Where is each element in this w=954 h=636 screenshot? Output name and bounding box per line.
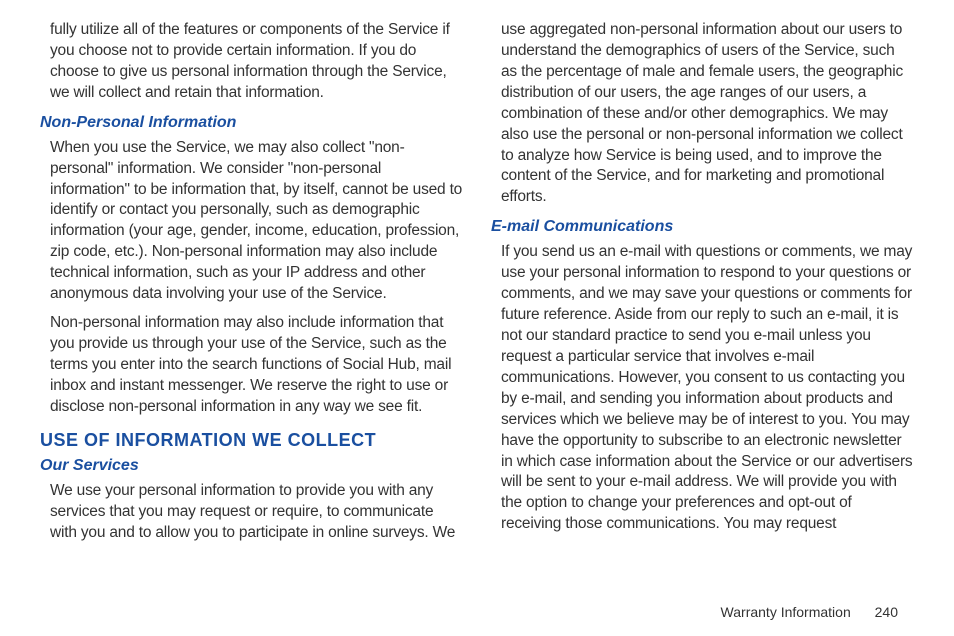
right-column: use aggregated non-personal information … bbox=[491, 20, 914, 590]
paragraph: Non-personal information may also includ… bbox=[40, 313, 463, 418]
paragraph: If you send us an e-mail with questions … bbox=[491, 242, 914, 535]
sub-heading-email-communications: E-mail Communications bbox=[491, 218, 914, 236]
paragraph: use aggregated non-personal information … bbox=[491, 20, 914, 208]
section-heading-use-of-information: USE OF INFORMATION WE COLLECT bbox=[40, 430, 463, 451]
page-footer: Warranty Information 240 bbox=[721, 604, 898, 620]
page-number: 240 bbox=[875, 604, 898, 620]
paragraph: fully utilize all of the features or com… bbox=[40, 20, 463, 104]
paragraph: We use your personal information to prov… bbox=[40, 481, 463, 544]
footer-section-label: Warranty Information bbox=[721, 604, 851, 620]
paragraph: When you use the Service, we may also co… bbox=[40, 138, 463, 305]
left-column: fully utilize all of the features or com… bbox=[40, 20, 463, 590]
sub-heading-non-personal: Non-Personal Information bbox=[40, 114, 463, 132]
sub-heading-our-services: Our Services bbox=[40, 457, 463, 475]
page-columns: fully utilize all of the features or com… bbox=[40, 20, 914, 590]
